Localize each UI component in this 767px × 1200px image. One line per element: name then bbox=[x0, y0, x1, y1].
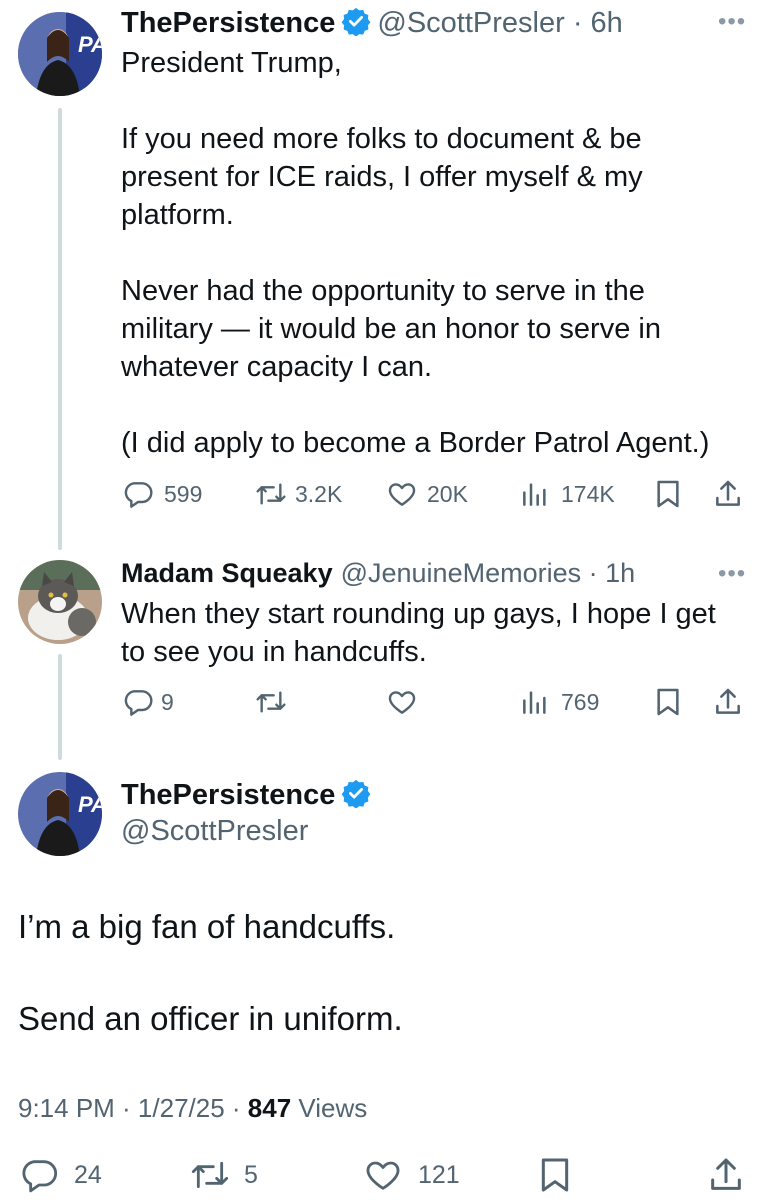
bookmark-button[interactable] bbox=[654, 478, 682, 510]
handle-time[interactable]: @JenuineMemories · 1h bbox=[341, 558, 636, 589]
main-tweet-line1: I’m a big fan of handcuffs. bbox=[18, 908, 396, 945]
reply-button[interactable]: 24 bbox=[18, 1155, 102, 1195]
repost-icon bbox=[253, 686, 289, 718]
repost-button[interactable]: 5 bbox=[188, 1155, 258, 1195]
share-icon bbox=[712, 686, 744, 718]
views-button[interactable]: 769 bbox=[519, 686, 599, 718]
like-count: 121 bbox=[418, 1160, 460, 1189]
reply-button[interactable]: 599 bbox=[121, 478, 202, 510]
like-button[interactable] bbox=[385, 686, 419, 718]
views-icon bbox=[519, 478, 551, 510]
reply-icon bbox=[121, 686, 155, 718]
display-name[interactable]: ThePersistence bbox=[121, 7, 335, 40]
thread-line bbox=[58, 654, 62, 760]
like-icon bbox=[362, 1155, 404, 1195]
tweet-text: President Trump, If you need more folks … bbox=[121, 47, 710, 459]
reply-count: 24 bbox=[74, 1160, 102, 1189]
views-count: 769 bbox=[561, 688, 600, 715]
bookmark-button[interactable] bbox=[654, 686, 682, 718]
share-button[interactable] bbox=[712, 686, 744, 718]
share-button[interactable] bbox=[706, 1155, 746, 1195]
avatar-thepersistence[interactable]: PA bbox=[18, 12, 102, 96]
timestamp-views: 9:14 PM · 1/27/25 · 847 Views bbox=[18, 1093, 367, 1124]
views-count: 847 bbox=[247, 1093, 292, 1123]
svg-text:PA: PA bbox=[78, 792, 102, 817]
more-icon[interactable]: ••• bbox=[718, 8, 746, 36]
repost-count: 3.2K bbox=[295, 480, 343, 507]
bookmark-icon bbox=[654, 686, 682, 718]
views-count: 174K bbox=[561, 480, 615, 507]
display-name[interactable]: Madam Squeaky bbox=[121, 558, 333, 589]
more-icon[interactable]: ••• bbox=[718, 560, 746, 588]
views-icon bbox=[519, 686, 551, 718]
bookmark-icon bbox=[538, 1155, 572, 1195]
handle-time[interactable]: @ScottPresler · 6h bbox=[377, 7, 622, 40]
timestamp[interactable]: 9:14 PM · 1/27/25 · bbox=[18, 1093, 248, 1123]
views-button[interactable]: 174K bbox=[519, 478, 615, 510]
like-icon bbox=[385, 478, 419, 510]
repost-icon bbox=[188, 1155, 232, 1195]
reply-icon bbox=[18, 1155, 60, 1195]
tweet-text: When they start rounding up gays, I hope… bbox=[121, 598, 716, 668]
avatar-thepersistence[interactable]: PA bbox=[18, 772, 102, 856]
share-button[interactable] bbox=[712, 478, 744, 510]
reply-icon bbox=[121, 478, 155, 510]
share-icon bbox=[706, 1155, 746, 1195]
tweet2-header: Madam Squeaky @JenuineMemories · 1h bbox=[121, 558, 635, 589]
views-label: Views bbox=[291, 1093, 368, 1123]
tweet1-header: ThePersistence @ScottPresler · 6h bbox=[121, 6, 623, 41]
avatar-madam-squeaky[interactable] bbox=[18, 560, 102, 644]
verified-badge-icon bbox=[341, 6, 371, 41]
handle[interactable]: @ScottPresler bbox=[121, 815, 371, 848]
repost-icon bbox=[253, 478, 289, 510]
display-name[interactable]: ThePersistence bbox=[121, 779, 335, 812]
reply-button[interactable]: 9 bbox=[121, 686, 174, 718]
like-count: 20K bbox=[427, 480, 468, 507]
main-tweet-header: ThePersistence @ScottPresler bbox=[121, 778, 371, 848]
thread-line bbox=[58, 108, 62, 550]
main-tweet-line2: Send an officer in uniform. bbox=[18, 1000, 403, 1037]
like-button[interactable]: 20K bbox=[385, 478, 468, 510]
bookmark-button[interactable] bbox=[538, 1155, 572, 1195]
share-icon bbox=[712, 478, 744, 510]
reply-count: 9 bbox=[161, 688, 174, 715]
like-icon bbox=[385, 686, 419, 718]
like-button[interactable]: 121 bbox=[362, 1155, 460, 1195]
reply-count: 599 bbox=[164, 480, 203, 507]
repost-button[interactable] bbox=[253, 686, 289, 718]
bookmark-icon bbox=[654, 478, 682, 510]
repost-count: 5 bbox=[244, 1160, 258, 1189]
repost-button[interactable]: 3.2K bbox=[253, 478, 342, 510]
verified-badge-icon bbox=[341, 778, 371, 813]
svg-text:PA: PA bbox=[78, 32, 102, 57]
